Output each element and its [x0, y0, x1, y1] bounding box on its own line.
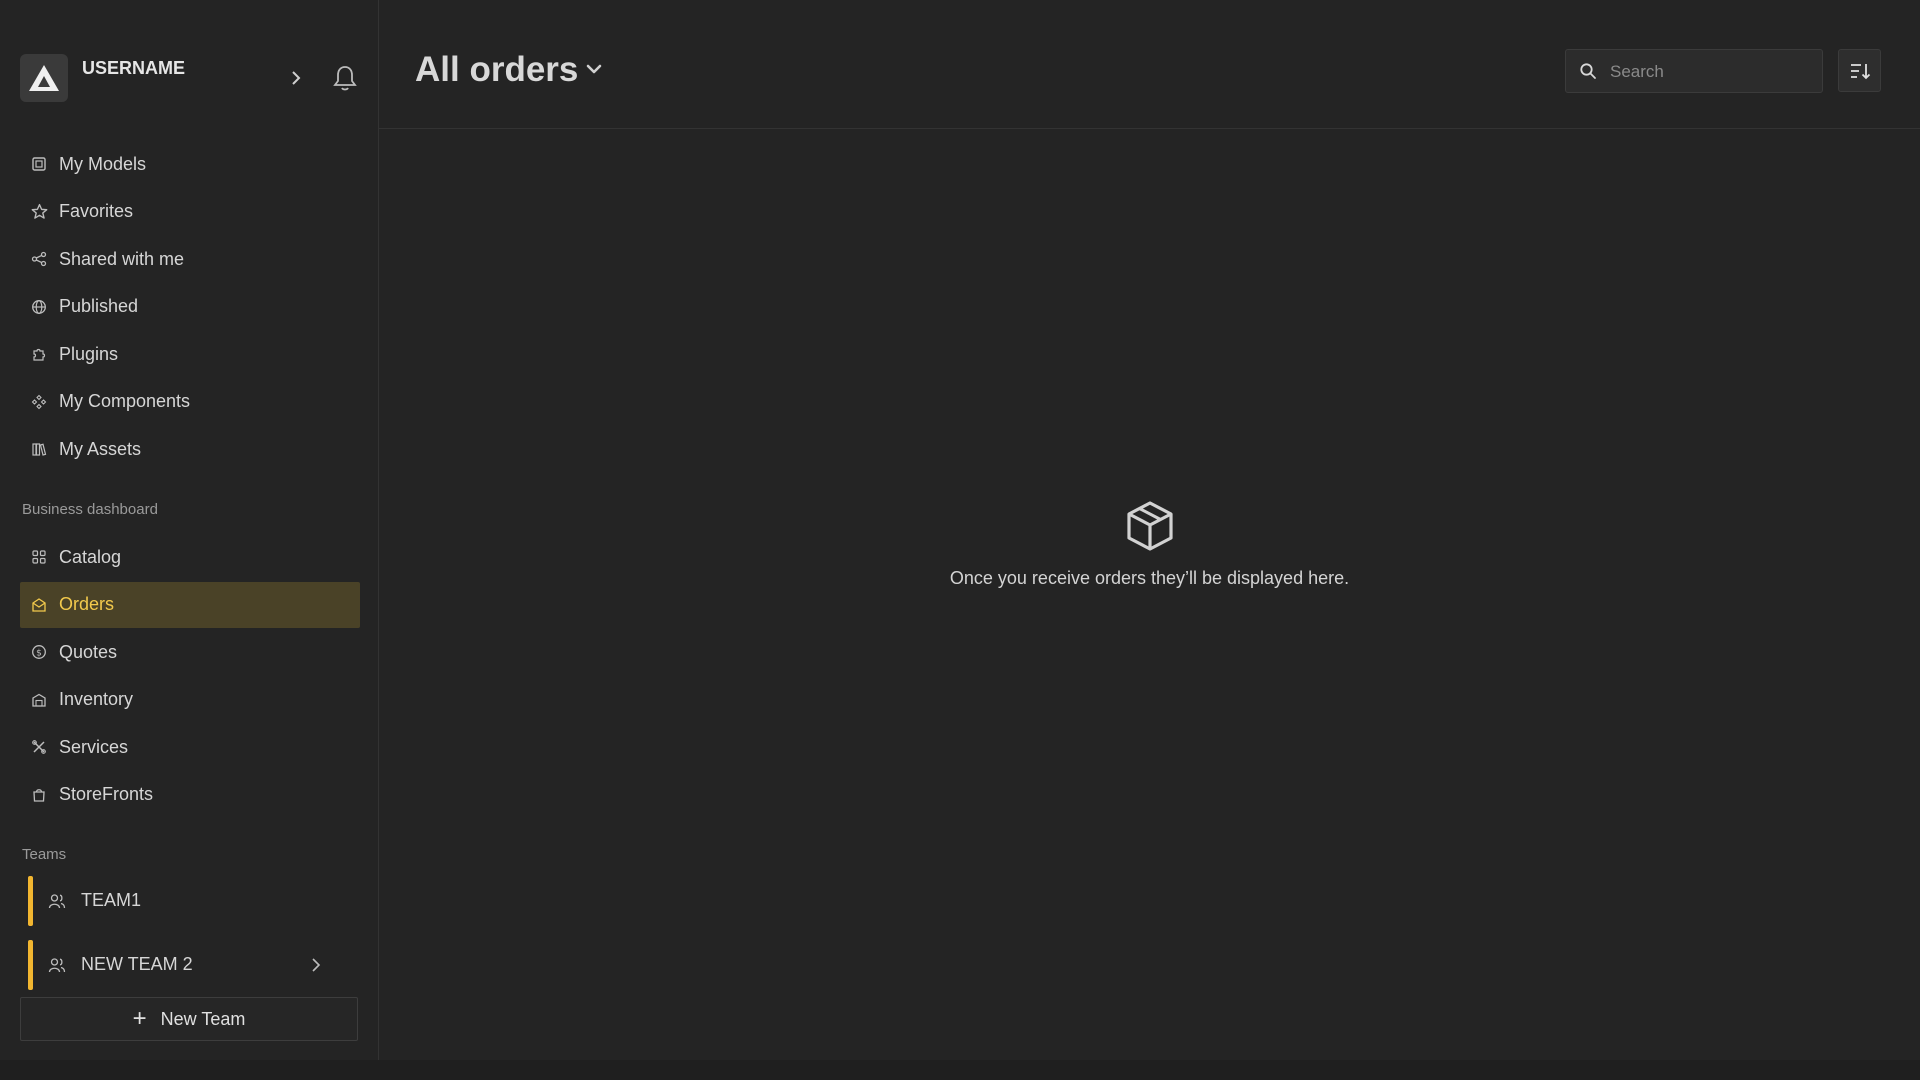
- nav-label: StoreFronts: [59, 784, 154, 804]
- nav-label: My Assets: [59, 438, 142, 459]
- team-color-bar: [28, 876, 33, 926]
- package-icon: [1126, 501, 1173, 551]
- users-icon: [48, 958, 66, 973]
- nav-label: Services: [59, 736, 129, 757]
- nav-label: Favorites: [59, 201, 134, 221]
- new-team-label: New Team: [160, 1008, 246, 1029]
- grid-icon: [30, 548, 48, 566]
- orders-icon: [30, 596, 48, 614]
- nav-item-my-models[interactable]: My Models: [20, 141, 360, 187]
- sidebar: USERNAME My Models Favorites Shared with: [0, 0, 379, 1060]
- users-icon: [48, 894, 66, 909]
- nav-label: Quotes: [59, 641, 118, 662]
- nav-item-plugins[interactable]: Plugins: [20, 331, 360, 377]
- svg-text:$: $: [36, 649, 42, 659]
- components-icon: [30, 393, 48, 411]
- empty-state-message: Once you receive orders they’ll be displ…: [949, 568, 1350, 588]
- nav-item-storefronts[interactable]: StoreFronts: [20, 772, 360, 818]
- nav-item-favorites[interactable]: Favorites: [20, 189, 360, 235]
- nav-item-quotes[interactable]: $ Quotes: [20, 629, 360, 675]
- team-item-new-team-2[interactable]: NEW TEAM 2: [28, 940, 328, 990]
- nav-label: My Models: [59, 153, 147, 174]
- chevron-right-icon[interactable]: [308, 956, 324, 974]
- plus-icon: +: [132, 1005, 147, 1032]
- nav-item-orders[interactable]: Orders: [20, 581, 360, 628]
- globe-icon: [30, 298, 48, 316]
- dollar-icon: $: [30, 643, 48, 661]
- nav-item-catalog[interactable]: Catalog: [20, 534, 360, 580]
- bottom-strip: [0, 1060, 1920, 1080]
- nav-item-shared-with-me[interactable]: Shared with me: [20, 236, 360, 282]
- tools-icon: [30, 738, 48, 756]
- bell-icon[interactable]: [332, 64, 358, 92]
- assets-icon: [30, 440, 48, 458]
- user-header: USERNAME: [20, 54, 360, 102]
- nav-item-inventory[interactable]: Inventory: [20, 677, 360, 723]
- nav-label: My Components: [59, 391, 191, 411]
- business-nav: Catalog Orders $ Quotes Inventory Servic…: [20, 534, 360, 819]
- logo-mark-icon: [29, 65, 59, 91]
- nav-label: Inventory: [59, 689, 134, 709]
- chevron-down-icon[interactable]: [583, 58, 605, 80]
- empty-state: Once you receive orders they’ll be displ…: [379, 500, 1920, 589]
- bag-icon: [30, 786, 48, 804]
- search-icon: [1580, 63, 1596, 79]
- team-label: NEW TEAM 2: [81, 954, 193, 974]
- nav-item-services[interactable]: Services: [20, 724, 360, 770]
- page-title: All orders: [415, 50, 579, 89]
- nav-label: Plugins: [59, 343, 119, 364]
- team-item-team1[interactable]: TEAM1: [28, 876, 328, 926]
- main-content: All orders Once you receive orders they’…: [379, 0, 1920, 1060]
- nav-item-my-assets[interactable]: My Assets: [20, 426, 360, 472]
- new-team-button[interactable]: + New Team: [20, 997, 358, 1041]
- models-icon: [30, 155, 48, 173]
- nav-label: Published: [59, 296, 139, 316]
- search-input[interactable]: [1608, 50, 1812, 94]
- page-header: All orders: [379, 0, 1920, 129]
- nav-item-my-components[interactable]: My Components: [20, 379, 360, 425]
- puzzle-icon: [30, 345, 48, 363]
- search-box[interactable]: [1565, 49, 1823, 94]
- nav-label: Orders: [59, 594, 115, 614]
- username: USERNAME: [82, 58, 186, 78]
- team-label: TEAM1: [81, 890, 142, 910]
- app-logo[interactable]: [20, 54, 68, 102]
- team-color-bar: [28, 940, 33, 990]
- nav-label: Shared with me: [59, 248, 185, 269]
- sort-button[interactable]: [1838, 49, 1881, 92]
- chevron-right-icon[interactable]: [286, 68, 306, 88]
- star-icon: [30, 203, 48, 221]
- sort-icon: [1850, 63, 1870, 79]
- nav-label: Catalog: [59, 546, 122, 567]
- share-icon: [30, 250, 48, 268]
- section-label-business: Business dashboard: [22, 501, 158, 518]
- nav-item-published[interactable]: Published: [20, 284, 360, 330]
- warehouse-icon: [30, 691, 48, 709]
- section-label-teams: Teams: [22, 846, 67, 863]
- primary-nav: My Models Favorites Shared with me Publi…: [20, 141, 360, 474]
